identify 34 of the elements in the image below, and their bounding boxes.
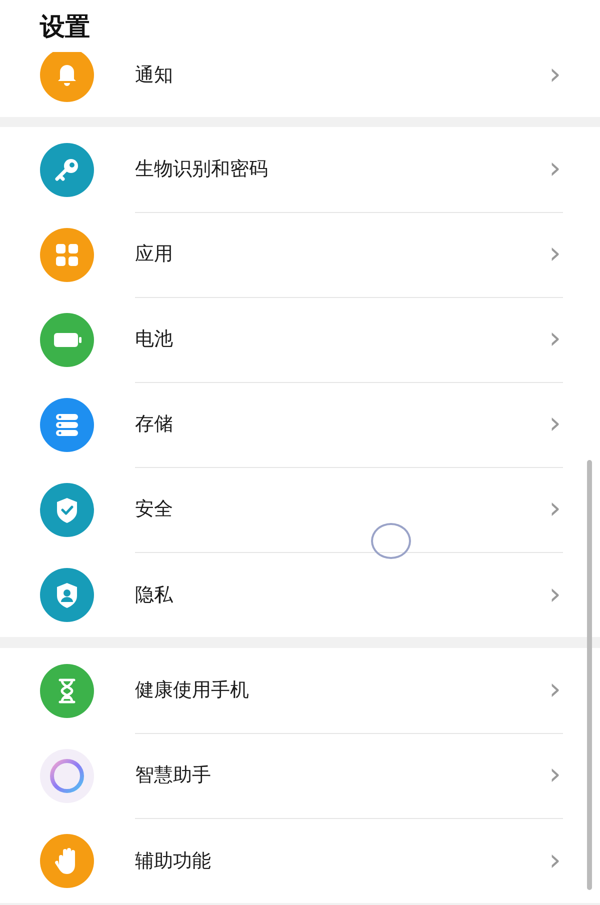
- settings-item[interactable]: 电池 ›: [0, 297, 600, 382]
- item-label: 智慧助手: [135, 763, 211, 788]
- settings-item[interactable]: 辅助功能 ›: [0, 818, 600, 903]
- settings-item[interactable]: 应用 ›: [0, 212, 600, 297]
- item-label: 隐私: [135, 582, 173, 608]
- touch-indicator-icon: [371, 523, 411, 559]
- item-label: 应用: [135, 242, 173, 267]
- chevron-icon: ›: [549, 675, 561, 705]
- item-label: 辅助功能: [135, 848, 211, 874]
- item-label: 通知: [135, 62, 173, 88]
- chevron-icon: ›: [549, 846, 561, 876]
- settings-item[interactable]: 存储 ›: [0, 382, 600, 467]
- settings-item[interactable]: 生物识别和密码 ›: [0, 127, 600, 212]
- chevron-icon: ›: [549, 324, 561, 354]
- item-label: 电池: [135, 327, 173, 352]
- settings-item[interactable]: 通知 ›: [0, 52, 600, 117]
- assistant-icon: [40, 748, 94, 802]
- scrollbar[interactable]: [587, 460, 592, 890]
- chevron-icon: ›: [549, 239, 561, 269]
- settings-item[interactable]: 安全 ›: [0, 467, 600, 552]
- item-label: 存储: [135, 412, 173, 437]
- item-label: 生物识别和密码: [135, 157, 268, 182]
- item-label: 安全: [135, 497, 173, 522]
- chevron-icon: ›: [549, 154, 561, 184]
- item-label: 健康使用手机: [135, 678, 249, 703]
- chevron-icon: ›: [549, 580, 561, 610]
- chevron-icon: ›: [549, 760, 561, 790]
- settings-item[interactable]: 健康使用手机 ›: [0, 648, 600, 733]
- settings-item[interactable]: 隐私 ›: [0, 552, 600, 637]
- settings-item[interactable]: 智慧助手 ›: [0, 733, 600, 818]
- chevron-icon: ›: [549, 60, 561, 90]
- chevron-icon: ›: [549, 409, 561, 439]
- chevron-icon: ›: [549, 494, 561, 524]
- page-title: 设置: [40, 10, 90, 42]
